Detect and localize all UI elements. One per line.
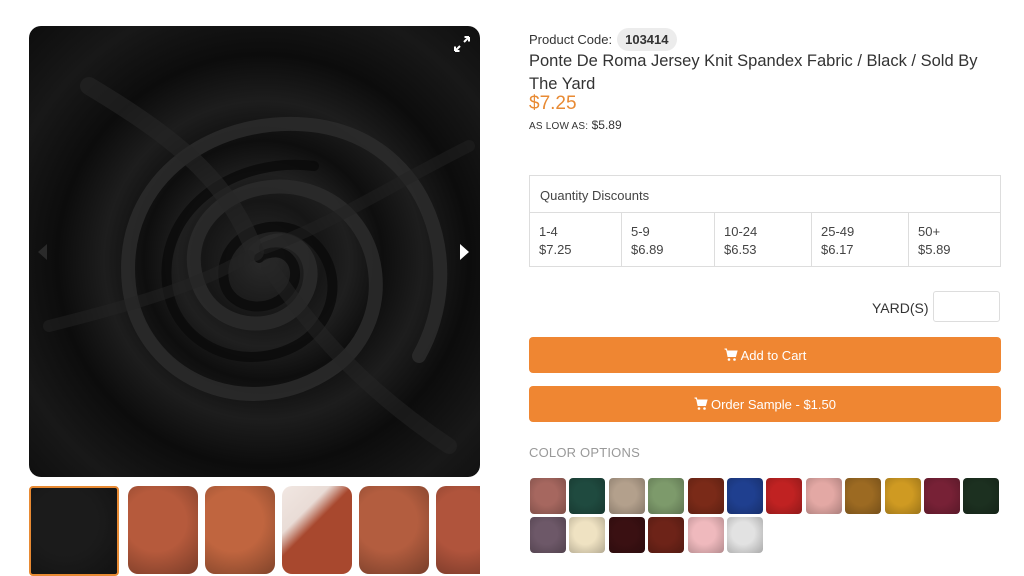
product-code-badge: 103414 (617, 28, 677, 51)
order-sample-button[interactable]: Order Sample - $1.50 (529, 386, 1001, 422)
color-swatch[interactable] (924, 478, 960, 514)
color-swatch[interactable] (608, 478, 645, 514)
product-code: Product Code: 103414 (529, 28, 677, 51)
color-swatch[interactable] (727, 478, 763, 514)
as-low-as-label: AS LOW AS: (529, 121, 589, 132)
quantity-unit-label: YARD(S) (872, 300, 929, 316)
tier-range: 5-9 (631, 224, 650, 239)
color-swatch[interactable] (845, 478, 882, 514)
color-swatch[interactable] (805, 478, 842, 514)
thumbnail-3[interactable] (282, 486, 352, 574)
color-swatch[interactable] (727, 517, 763, 553)
color-swatch[interactable] (884, 478, 921, 514)
color-options-title: COLOR OPTIONS (529, 445, 640, 460)
discount-tier: 10-24 $6.53 (715, 213, 812, 267)
color-swatch[interactable] (569, 517, 606, 553)
tier-price: $7.25 (539, 242, 572, 257)
tier-range: 25-49 (821, 224, 855, 239)
thumbnail-strip (29, 486, 480, 576)
color-swatch[interactable] (569, 478, 606, 514)
color-swatch[interactable] (608, 517, 645, 553)
tier-price: $5.89 (918, 242, 951, 257)
cart-icon (724, 348, 738, 361)
add-to-cart-button[interactable]: Add to Cart (529, 337, 1001, 373)
color-swatch[interactable] (530, 478, 566, 514)
thumbnail-2[interactable] (205, 486, 275, 574)
main-product-image[interactable] (29, 26, 480, 477)
discount-tier: 5-9 $6.89 (622, 213, 715, 267)
product-title: Ponte De Roma Jersey Knit Spandex Fabric… (529, 52, 978, 93)
order-sample-label: Order Sample - $1.50 (710, 396, 836, 412)
discount-tier: 50+ $5.89 (909, 213, 1000, 267)
color-swatch[interactable] (648, 517, 685, 553)
discount-tier: 25-49 $6.17 (812, 213, 909, 267)
expand-icon[interactable] (453, 35, 471, 53)
thumbnail-4[interactable] (359, 486, 429, 574)
thumbnail-0[interactable] (29, 486, 119, 576)
thumbnail-1[interactable] (128, 486, 198, 574)
next-image-arrow-icon[interactable] (456, 242, 472, 262)
tier-range: 10-24 (724, 224, 758, 239)
fabric-swirl-image (43, 77, 475, 454)
thumbnail-5[interactable] (436, 486, 480, 574)
color-swatch[interactable] (687, 517, 724, 553)
quantity-discounts-table: Quantity Discounts 1-4 $7.25 5-9 $6.89 1… (529, 175, 1001, 267)
as-low-as-value: $5.89 (591, 118, 622, 132)
color-swatch[interactable] (963, 478, 1000, 514)
quantity-discounts-header: Quantity Discounts (530, 176, 1000, 213)
add-to-cart-label: Add to Cart (740, 347, 807, 363)
color-swatch[interactable] (530, 517, 566, 553)
as-low-as: AS LOW AS: $5.89 (529, 118, 622, 132)
tier-price: $6.53 (724, 242, 757, 257)
tier-range: 1-4 (539, 224, 558, 239)
color-swatch[interactable] (766, 478, 803, 514)
product-price: $7.25 (529, 93, 577, 114)
product-code-label: Product Code: (529, 32, 613, 47)
previous-image-arrow-icon[interactable] (35, 242, 51, 262)
tier-price: $6.17 (821, 242, 854, 257)
quantity-input[interactable] (933, 291, 1000, 322)
tier-price: $6.89 (631, 242, 664, 257)
color-swatch[interactable] (648, 478, 685, 514)
quantity-discounts-row: 1-4 $7.25 5-9 $6.89 10-24 $6.53 25-49 $6… (530, 213, 1000, 267)
color-swatch[interactable] (687, 478, 724, 514)
tier-range: 50+ (918, 224, 941, 239)
discount-tier: 1-4 $7.25 (530, 213, 622, 267)
cart-icon (694, 397, 708, 410)
